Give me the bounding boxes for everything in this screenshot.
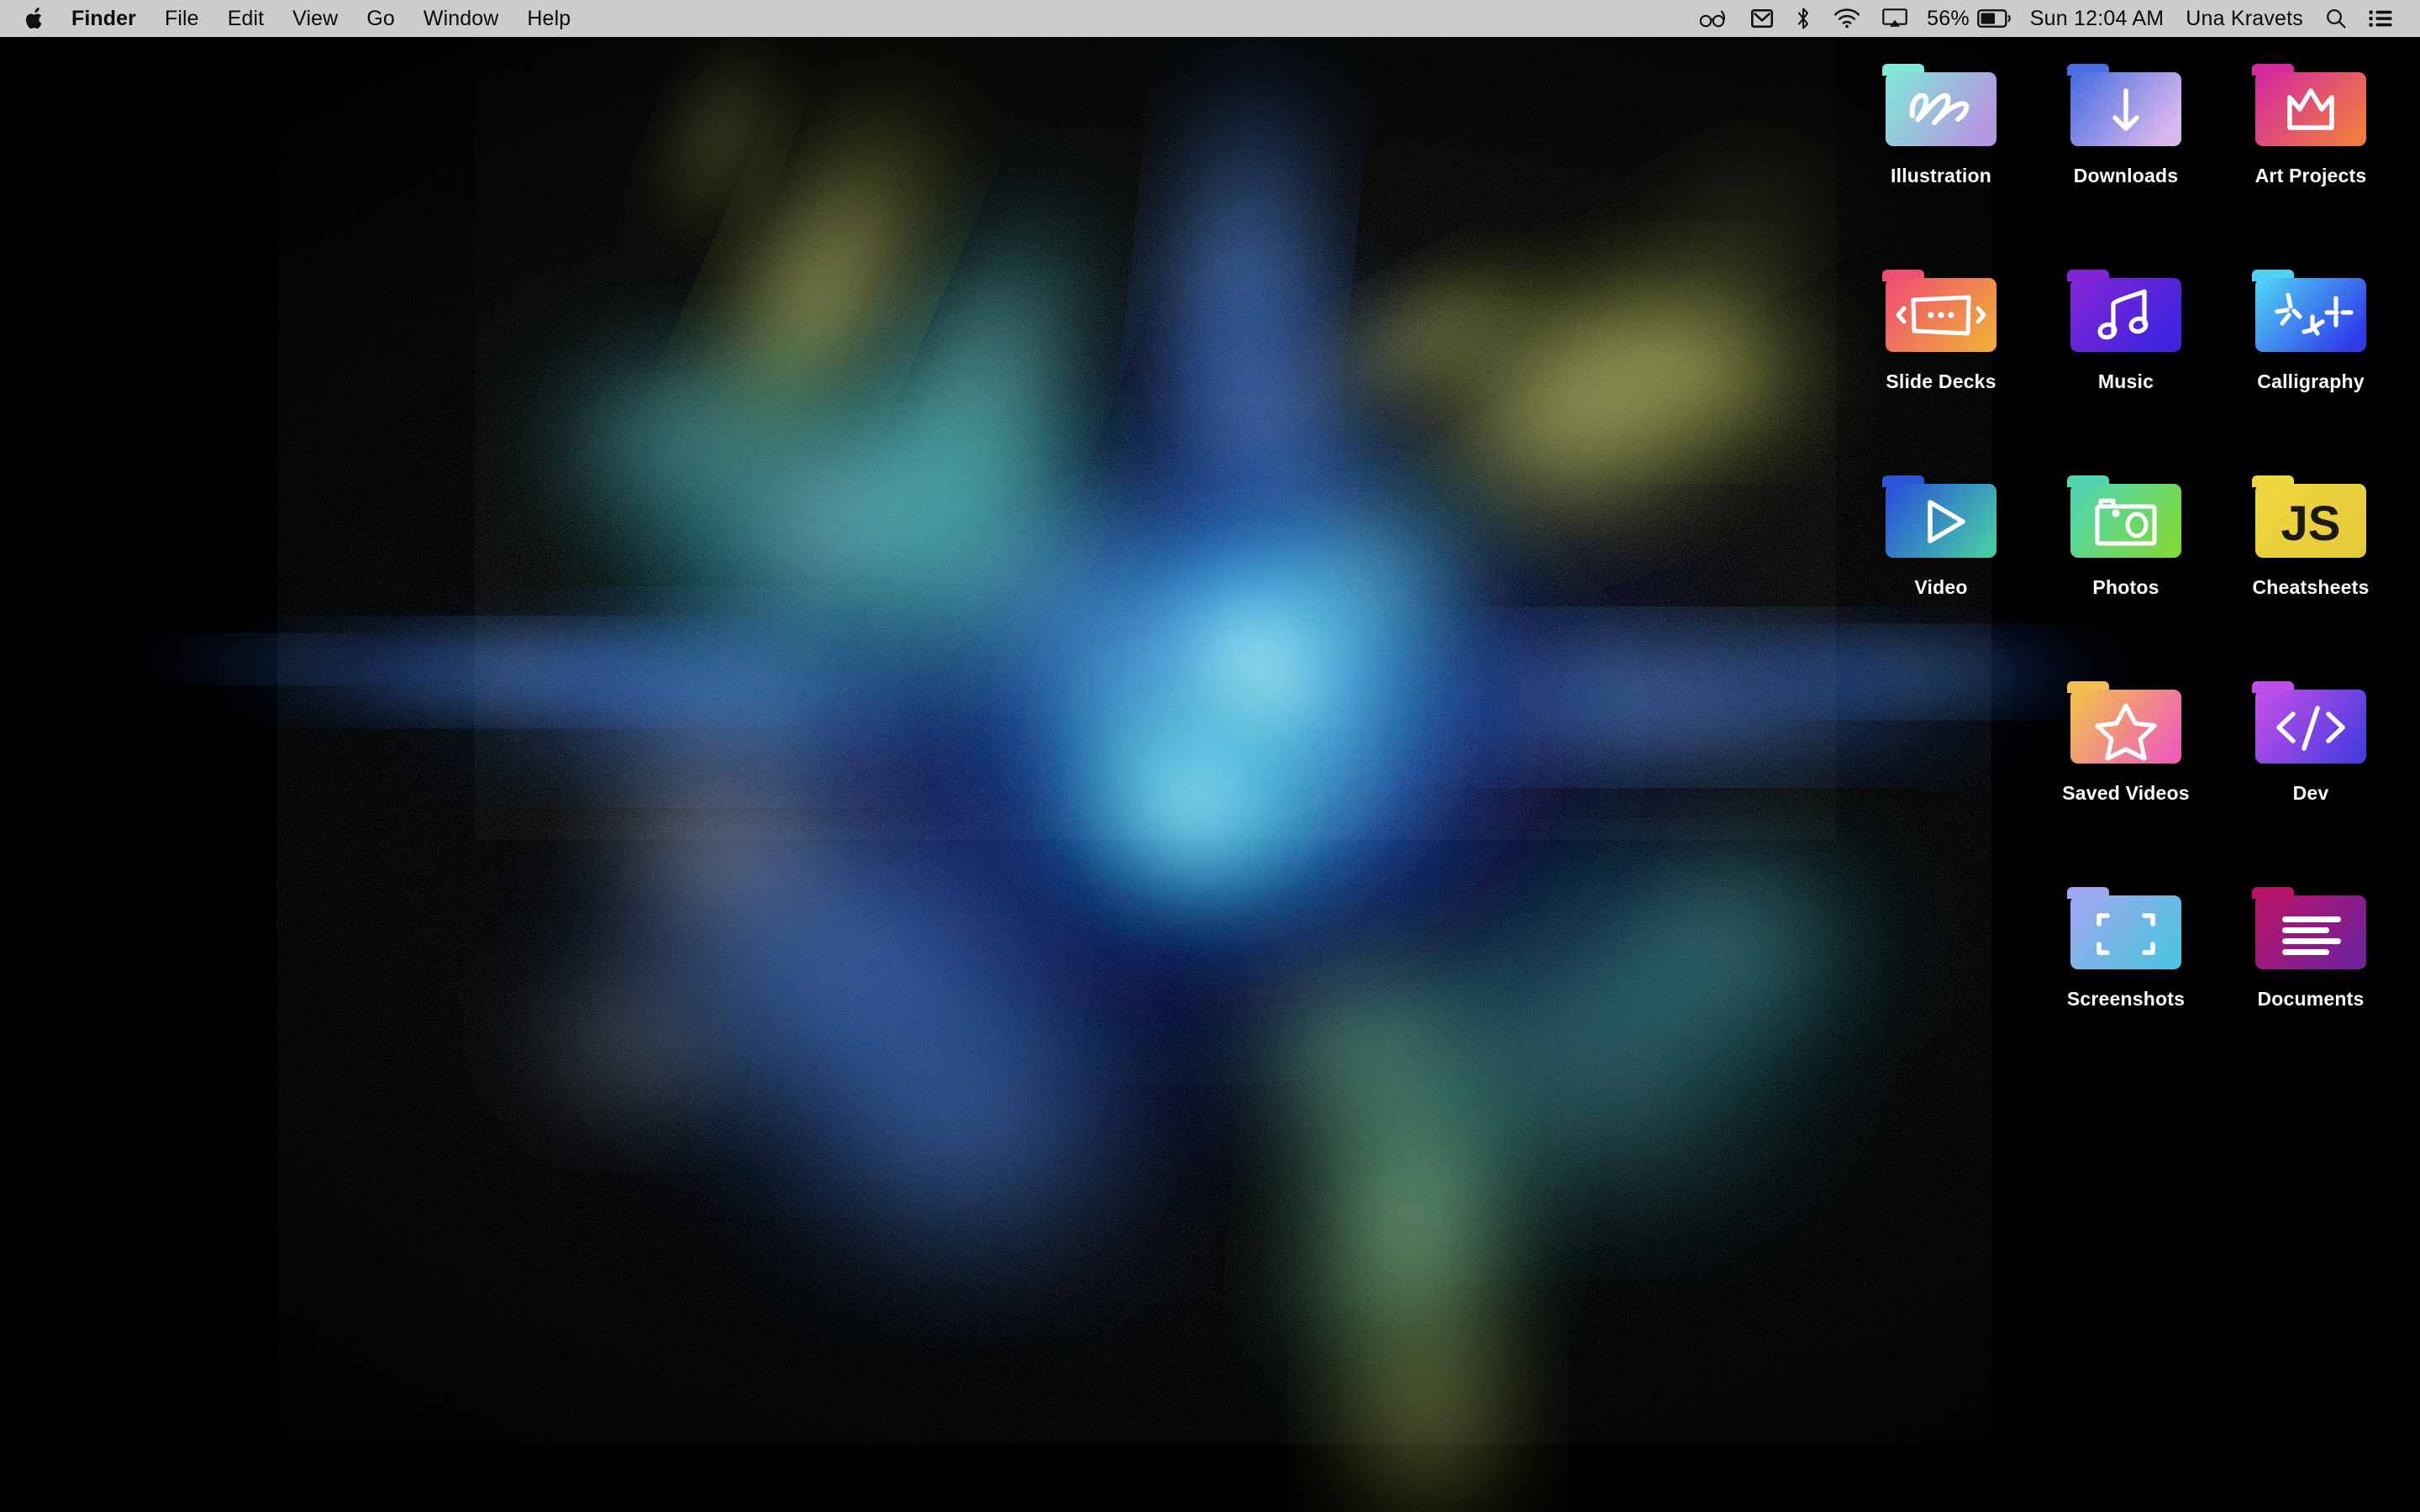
icon-label: Video <box>1914 576 1967 599</box>
desktop-icon-documents[interactable]: Documents <box>2218 869 2403 1074</box>
svg-text:JS: JS <box>2281 496 2341 551</box>
icon-label: Saved Videos <box>2062 782 2190 805</box>
folder-art-projects-icon <box>2252 54 2370 151</box>
bluetooth-icon[interactable] <box>1784 0 1823 37</box>
icon-label: Slide Decks <box>1886 370 1996 393</box>
menu-bar-clock[interactable]: Sun 12:04 AM <box>2019 0 2175 37</box>
desktop-icon-dev[interactable]: Dev <box>2218 663 2403 869</box>
icon-row: Illustration Downloads <box>1849 45 2403 251</box>
glasses-icon[interactable] <box>1688 0 1740 37</box>
folder-calligraphy-icon <box>2252 260 2370 357</box>
folder-illustration-icon <box>1882 54 2000 151</box>
folder-screenshots-icon <box>2067 877 2185 974</box>
control-center-icon[interactable] <box>2358 0 2403 37</box>
icon-label: Calligraphy <box>2257 370 2364 393</box>
menu-item-help[interactable]: Help <box>513 0 585 37</box>
icon-label: Dev <box>2293 782 2329 805</box>
menu-item-window[interactable]: Window <box>409 0 513 37</box>
desktop-icon-illustration[interactable]: Illustration <box>1849 45 2033 251</box>
mail-envelope-icon[interactable] <box>1740 0 1784 37</box>
folder-slide-decks-icon <box>1882 260 2000 357</box>
desktop-icon-art-projects[interactable]: Art Projects <box>2218 45 2403 251</box>
menu-bar-status-area: 56% Sun 12:04 AM Una Kravets <box>1688 0 2420 37</box>
icon-label: Photos <box>2092 576 2159 599</box>
icon-row: Screenshots <box>1849 869 2403 1074</box>
battery-icon <box>1977 9 2011 28</box>
icon-label: Downloads <box>2074 165 2178 187</box>
user-account-menu[interactable]: Una Kravets <box>2175 0 2314 37</box>
icon-label: Cheatsheets <box>2253 576 2370 599</box>
wifi-icon[interactable] <box>1823 0 1871 37</box>
desktop-icon-photos[interactable]: Photos <box>2033 457 2218 663</box>
user-name-label: Una Kravets <box>2186 7 2303 31</box>
battery-status[interactable]: 56% <box>1918 7 2019 31</box>
icon-row: Saved Videos Dev <box>1849 663 2403 869</box>
airplay-screen-mirroring-icon[interactable] <box>1871 0 1918 37</box>
apple-logo-icon[interactable] <box>0 0 57 37</box>
folder-dev-icon <box>2252 671 2370 769</box>
icon-row: Video Photos <box>1849 457 2403 663</box>
icon-label: Documents <box>2257 988 2364 1011</box>
icon-label: Illustration <box>1891 165 1991 187</box>
menu-item-file[interactable]: File <box>150 0 213 37</box>
desktop-icon-saved-videos[interactable]: Saved Videos <box>2033 663 2218 869</box>
datetime-label: Sun 12:04 AM <box>2030 7 2164 31</box>
desktop-icon-video[interactable]: Video <box>1849 457 2033 663</box>
folder-downloads-icon <box>2067 54 2185 151</box>
desktop-icon-music[interactable]: Music <box>2033 251 2218 457</box>
desktop-icon-slide-decks[interactable]: Slide Decks <box>1849 251 2033 457</box>
folder-photos-icon <box>2067 465 2185 563</box>
icon-label: Music <box>2098 370 2154 393</box>
folder-saved-videos-icon <box>2067 671 2185 769</box>
menu-item-view[interactable]: View <box>278 0 352 37</box>
spotlight-search-icon[interactable] <box>2314 0 2358 37</box>
desktop-icon-screenshots[interactable]: Screenshots <box>2033 869 2218 1074</box>
desktop-icon-calligraphy[interactable]: Calligraphy <box>2218 251 2403 457</box>
battery-percent-label: 56% <box>1927 7 1970 31</box>
desktop-screen: Finder File Edit View Go Window Help <box>0 0 2420 1512</box>
folder-cheatsheets-icon: JS <box>2252 465 2370 563</box>
desktop-icon-cheatsheets[interactable]: JS Cheatsheets <box>2218 457 2403 663</box>
menu-bar-left: Finder File Edit View Go Window Help <box>0 0 585 37</box>
icon-label: Art Projects <box>2255 165 2367 187</box>
icon-row: Slide Decks Music <box>1849 251 2403 457</box>
folder-music-icon <box>2067 260 2185 357</box>
icon-label: Screenshots <box>2067 988 2185 1011</box>
folder-video-icon <box>1882 465 2000 563</box>
desktop-icon-grid: Illustration Downloads <box>1849 45 2403 1074</box>
menu-item-go[interactable]: Go <box>352 0 409 37</box>
menu-bar: Finder File Edit View Go Window Help <box>0 0 2420 37</box>
desktop-icon-downloads[interactable]: Downloads <box>2033 45 2218 251</box>
menu-item-finder[interactable]: Finder <box>57 0 150 37</box>
menu-item-edit[interactable]: Edit <box>213 0 278 37</box>
folder-documents-icon <box>2252 877 2370 974</box>
